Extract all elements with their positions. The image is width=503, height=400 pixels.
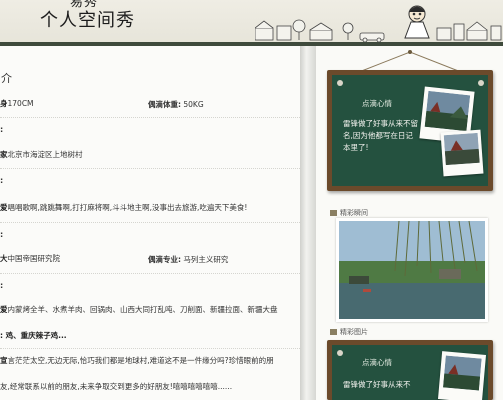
spouse-major-value: 马列主义研究 [183, 255, 229, 264]
motto-row-cont: 友,经常联系以前的朋友,未来争取交到更多的好朋友!嘻嘻嘻嘻嘻嘻...... [0, 382, 232, 392]
divider [0, 117, 300, 118]
colon-marker: : [0, 176, 4, 185]
hobby-value: 唱唱歌啊,跳跳舞啊,打打麻将啊,斗斗地主啊,没事出去旅游,吃遍天下美食! [7, 203, 248, 212]
highlight-label: 精彩瞬间 [330, 208, 368, 218]
chalkboard-surface: 点滴心情 雷锋做了好事从来不 [332, 345, 488, 400]
motto-label: 宣 [0, 356, 8, 365]
home-label: 家 [0, 150, 8, 159]
motto-row: 宣言茫茫太空,无边无际,恰巧我们都是地球村,难道这不是一件缘分吗?珍惜眼前的朋 [0, 356, 274, 366]
motto-value-2: 友,经常联系以前的朋友,未来争取交到更多的好朋友!嘻嘻嘻嘻嘻嘻...... [0, 382, 233, 391]
mood-chalkboard-2: 点滴心情 雷锋做了好事从来不 [327, 340, 493, 400]
pictures-label: 精彩图片 [330, 327, 368, 337]
divider [0, 273, 300, 274]
mood-text-2: 雷锋做了好事从来不 [343, 380, 411, 389]
height-label: 身 [0, 99, 8, 108]
header-illustration [255, 5, 502, 42]
photo-icon [443, 355, 482, 391]
food-label: 爱 [0, 305, 8, 314]
divider [0, 348, 300, 349]
spouse-weight-value: 50KG [183, 100, 204, 109]
spouse-weight-label: 偶滴体重: [148, 100, 181, 109]
chalkboard-surface: 点滴心情 雷锋做了好事从来不留名,因为他都写在日记本里了! [332, 75, 488, 186]
divider [0, 222, 300, 223]
spouse-major-row: 偶滴专业: 马列主义研究 [148, 254, 228, 265]
page-fold [300, 46, 316, 400]
food-row: 爱内蒙烤全羊、水煮羊肉、回锅肉、山西大同打乱吨、刀削面、新疆拉面、新疆大盘 [0, 305, 278, 315]
photo-icon [424, 90, 471, 132]
food-value-2: : 鸡、重庆辣子鸡... [0, 331, 67, 340]
photo-icon [330, 210, 337, 216]
colon-marker: : [0, 230, 4, 239]
highlight-photo-frame[interactable] [336, 218, 488, 322]
photo-icon [443, 132, 480, 166]
cartoon-girl-icon [404, 5, 430, 39]
height-value: 170CM [7, 99, 34, 108]
mood-title: 点滴心情 [362, 99, 392, 108]
header-banner: 易秀 个人空间秀 [0, 0, 503, 42]
colon-marker: : [0, 125, 4, 134]
divider [0, 168, 300, 169]
school-value: 中国帝国研究院 [7, 254, 61, 263]
lake-photo [339, 221, 485, 319]
photo-card[interactable] [437, 351, 487, 400]
pin-icon [337, 80, 343, 86]
photo-card[interactable] [440, 129, 484, 177]
height-row: 身170CM [0, 99, 34, 109]
school-label: 大 [0, 254, 8, 263]
section-title: 介 [1, 72, 12, 85]
spouse-major-label: 偶滴专业: [148, 255, 181, 264]
home-value: 北京市海淀区上地树村 [7, 150, 83, 159]
photo-icon [330, 329, 337, 335]
hobby-row: 爱唱唱歌啊,跳跳舞啊,打打麻将啊,斗斗地主啊,没事出去旅游,吃遍天下美食! [0, 203, 247, 213]
mood-chalkboard: 点滴心情 雷锋做了好事从来不留名,因为他都写在日记本里了! [327, 70, 493, 191]
school-row: 大中国帝国研究院 [0, 254, 60, 264]
motto-value: 言茫茫太空,无边无际,恰巧我们都是地球村,难道这不是一件缘分吗?珍惜眼前的朋 [7, 356, 274, 365]
spouse-weight-row: 偶滴体重: 50KG [148, 99, 204, 110]
hobby-label: 爱 [0, 203, 8, 212]
home-row: 家北京市海淀区上地树村 [0, 150, 83, 160]
site-title: 个人空间秀 [40, 10, 135, 31]
houses-icon [255, 20, 502, 42]
food-row-cont: : 鸡、重庆辣子鸡... [0, 331, 67, 341]
pin-icon [337, 350, 343, 356]
highlight-label-text: 精彩瞬间 [340, 209, 368, 217]
main-content: 介 身170CM 偶滴体重: 50KG : 家北京市海淀区上地树村 : 爱唱唱歌… [0, 46, 300, 400]
mood-title-2: 点滴心情 [362, 358, 392, 367]
colon-marker: : [0, 281, 4, 290]
pictures-label-text: 精彩图片 [340, 328, 368, 336]
mood-text: 雷锋做了好事从来不留名,因为他都写在日记本里了! [343, 119, 418, 152]
food-value: 内蒙烤全羊、水煮羊肉、回锅肉、山西大同打乱吨、刀削面、新疆拉面、新疆大盘 [7, 305, 278, 314]
pin-icon [478, 80, 484, 86]
